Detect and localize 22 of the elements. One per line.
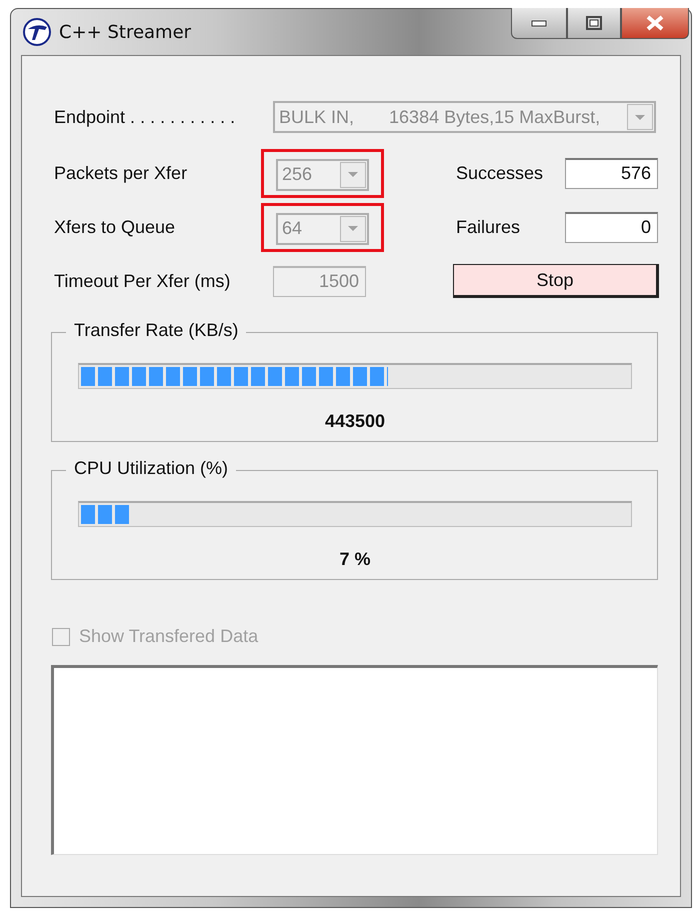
field-label: Xfers to Queue (54, 216, 176, 238)
maximize-button[interactable] (567, 8, 621, 39)
meter-reading: 7 % (338, 549, 372, 570)
maximize-icon (586, 16, 602, 30)
minimize-icon (531, 19, 547, 27)
endpoint-label: Endpoint . . . . . . . . . . . (54, 106, 236, 128)
group-title: CPU Utilization (%) (66, 458, 236, 479)
close-button[interactable] (621, 8, 689, 39)
field-label: Packets per Xfer (54, 162, 188, 184)
meter-reading: 443500 (324, 411, 386, 432)
field-label: Failures (456, 216, 522, 238)
successes-field[interactable]: 576 (565, 158, 658, 188)
group-title: Transfer Rate (KB/s) (66, 320, 246, 341)
failures-field[interactable]: 0 (565, 212, 658, 242)
field-label: Timeout Per Xfer (ms) (54, 270, 232, 292)
stop-button[interactable]: Stop (453, 264, 659, 298)
output-text-area[interactable] (51, 665, 658, 855)
minimize-button[interactable] (511, 8, 567, 39)
close-icon (646, 15, 664, 31)
window-title: C++ Streamer (59, 22, 192, 42)
field-label: Successes (456, 162, 544, 184)
app-logo-icon (23, 18, 51, 46)
